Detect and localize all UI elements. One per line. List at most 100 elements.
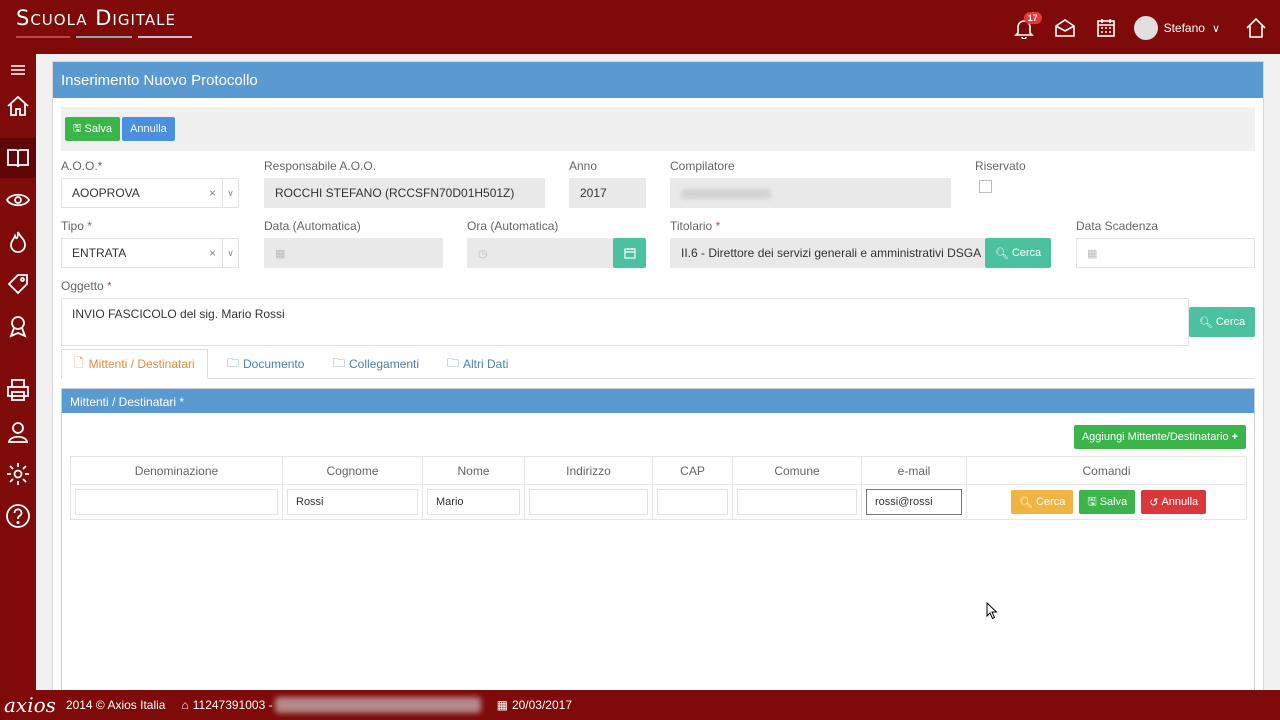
main-content: Inserimento Nuovo Protocollo 🖫 Salva Ann… (36, 54, 1280, 698)
cursor-icon (986, 602, 998, 620)
chevron-down-icon: ∨ (1211, 22, 1220, 35)
oggetto-search-button[interactable]: 🔍︎ Cerca (1189, 307, 1255, 337)
save-icon: 🖫︎ (1087, 495, 1097, 508)
row-save-button[interactable]: 🖫︎ Salva (1079, 490, 1136, 514)
home-icon: ⌂ (181, 698, 189, 712)
home-icon[interactable] (1242, 14, 1270, 42)
titolario-search-button[interactable]: 🔍︎ Cerca (985, 238, 1051, 268)
mittenti-table: Denominazione Cognome Nome Indirizzo CAP… (70, 456, 1247, 520)
menu-icon[interactable] (0, 54, 36, 86)
plus-icon: + (1231, 431, 1238, 443)
tipo-label: Tipo * (61, 219, 92, 233)
app-brand[interactable]: Scuola Digitale (16, 6, 176, 30)
file-icon: 🗋︎ (74, 355, 84, 370)
indirizzo-input[interactable] (529, 489, 648, 515)
column-header: CAP (652, 456, 733, 485)
compilatore-label: Compilatore (670, 159, 735, 173)
riservato-checkbox[interactable] (979, 180, 992, 193)
tab-collegamenti[interactable]: 🗀︎ Collegamenti (333, 349, 419, 379)
save-icon: 🖫 (73, 122, 82, 134)
tag-icon[interactable] (0, 264, 36, 304)
tab-documento[interactable]: 🗀︎ Documento (227, 349, 304, 379)
aoo-label: A.O.O.* (61, 159, 103, 173)
undo-icon: ↺ (1149, 496, 1159, 509)
folder-icon: 🗀︎ (447, 355, 460, 370)
save-button[interactable]: 🖫 Salva (65, 117, 121, 141)
footer-school: ⌂ 11247391003 - (181, 698, 273, 712)
data-field: ▦ (264, 238, 443, 268)
page-title: Inserimento Nuovo Protocollo (53, 62, 1263, 98)
notification-badge: 17 (1023, 12, 1042, 24)
mittenti-panel: Mittenti / Destinatari * Aggiungi Mitten… (61, 388, 1255, 698)
anno-label: Anno (569, 159, 598, 173)
responsabile-label: Responsabile A.O.O. (264, 159, 377, 173)
clock-icon: ◷ (478, 247, 488, 260)
cancel-button[interactable]: Annulla (122, 117, 175, 141)
protocol-panel: Inserimento Nuovo Protocollo 🖫 Salva Ann… (52, 61, 1264, 698)
chevron-down-icon[interactable]: ∨ (222, 239, 238, 267)
scadenza-field[interactable]: ▦ (1076, 238, 1255, 268)
tab-altri-dati[interactable]: 🗀︎ Altri Dati (447, 349, 508, 379)
riservato-label: Riservato (975, 159, 1026, 173)
column-header: Cognome (282, 456, 423, 485)
row-cancel-button[interactable]: ↺ Annulla (1141, 490, 1207, 514)
search-icon: 🔍︎ (1198, 316, 1213, 329)
chevron-down-icon[interactable]: ∨ (222, 179, 238, 207)
aoo-select[interactable]: AOOPROVA × ∨ (61, 178, 239, 208)
tab-mittenti[interactable]: 🗋︎ Mittenti / Destinatari (61, 349, 208, 379)
denominazione-input[interactable] (75, 489, 278, 515)
footer: axios 2014 © Axios Italia ⌂ 11247391003 … (0, 690, 1280, 720)
column-header: Comandi (966, 456, 1247, 485)
add-mittente-button[interactable]: Aggiungi Mittente/Destinatario + (1073, 425, 1246, 449)
clear-icon[interactable]: × (209, 186, 216, 200)
sidebar (0, 54, 36, 690)
user-icon[interactable] (0, 412, 36, 452)
oggetto-textarea[interactable]: INVIO FASCICOLO del sig. Mario Rossi (61, 298, 1189, 346)
redacted-text (681, 189, 771, 199)
cap-input[interactable] (657, 489, 728, 515)
bell-icon[interactable]: 17 (1010, 12, 1042, 42)
mittenti-title: Mittenti / Destinatari * (62, 389, 1254, 413)
column-header: Denominazione (70, 456, 283, 485)
column-header: Indirizzo (524, 456, 653, 485)
clear-icon[interactable]: × (209, 246, 216, 260)
eye-icon[interactable] (0, 180, 36, 220)
email-input[interactable]: rossi@rossi (866, 489, 962, 515)
fire-icon[interactable] (0, 222, 36, 262)
folder-icon: 🗀︎ (333, 355, 346, 370)
column-header: Nome (422, 456, 525, 485)
print-icon[interactable] (0, 370, 36, 410)
protocol-book-icon[interactable] (0, 138, 36, 178)
top-icons: 17 Stefano ∨ (997, 12, 1270, 42)
tipo-select[interactable]: ENTRATA × ∨ (61, 238, 239, 268)
oggetto-label: Oggetto * (61, 279, 112, 293)
help-icon[interactable] (0, 496, 36, 536)
top-bar: Scuola Digitale 17 Stefano ∨ (0, 0, 1280, 54)
time-picker-button[interactable] (613, 238, 646, 268)
gear-icon[interactable] (0, 454, 36, 494)
ora-field: ◷ (467, 238, 613, 268)
ora-label: Ora (Automatica) (467, 219, 559, 233)
form-toolbar: 🖫 Salva Annulla (61, 107, 1255, 151)
nome-input[interactable]: Mario (427, 489, 520, 515)
user-menu[interactable]: Stefano ∨ (1133, 16, 1220, 40)
mail-icon[interactable] (1051, 14, 1079, 42)
calendar-icon: ▦ (496, 698, 508, 712)
search-icon: 🔍︎ (994, 247, 1009, 260)
row-search-button[interactable]: 🔍︎ Cerca (1011, 490, 1074, 514)
titolario-field: II.6 - Direttore dei servizi generali e … (670, 238, 985, 268)
footer-logo: axios (4, 693, 56, 717)
compilatore-field (670, 178, 951, 208)
data-label: Data (Automatica) (264, 219, 361, 233)
cognome-input[interactable]: Rossi (287, 489, 418, 515)
sidebar-home-icon[interactable] (0, 86, 36, 126)
comune-input[interactable] (737, 489, 857, 515)
award-icon[interactable] (0, 306, 36, 346)
tab-bar: 🗋︎ Mittenti / Destinatari 🗀︎ Documento 🗀… (61, 349, 1255, 379)
table-row: Rossi Mario rossi@rossi 🔍︎ Cerca 🖫︎ Salv… (70, 484, 1247, 520)
folder-icon: 🗀︎ (227, 355, 240, 370)
calendar-icon: ▦ (275, 247, 286, 260)
search-icon: 🔍︎ (1019, 496, 1033, 509)
scadenza-label: Data Scadenza (1076, 219, 1159, 233)
calendar-icon[interactable] (1092, 14, 1120, 42)
